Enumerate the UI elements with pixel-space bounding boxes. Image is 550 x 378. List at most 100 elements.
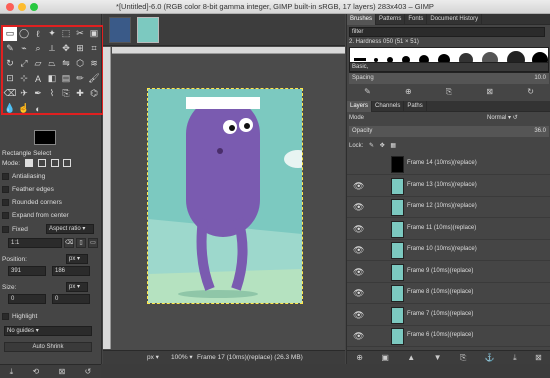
vertical-ruler[interactable]	[103, 47, 111, 349]
position-x-input[interactable]: 391	[8, 266, 46, 276]
feather-checkbox[interactable]	[2, 185, 9, 193]
tab-document-history[interactable]: Document History	[427, 14, 483, 25]
edit-brush-icon[interactable]: ✎	[364, 87, 371, 96]
shear-icon[interactable]: ▱	[31, 56, 45, 71]
delete-options-icon[interactable]: ⊠	[59, 367, 66, 376]
lock-pixels-icon[interactable]: ✎	[369, 143, 374, 149]
position-unit-dropdown[interactable]: px ▾	[66, 254, 88, 264]
gradient-icon[interactable]: ▤	[59, 71, 73, 86]
aspect-dropdown[interactable]: Aspect ratio ▾	[46, 224, 94, 234]
unified-transform-icon[interactable]: ⊡	[3, 71, 17, 86]
smudge-icon[interactable]: ☝	[17, 101, 31, 116]
expand-option[interactable]: Expand from center	[2, 210, 69, 221]
layer-row[interactable]: 👁 Frame 6 (10ms)(replace)	[347, 326, 550, 347]
foreground-color[interactable]	[34, 130, 56, 145]
layer-mode-dropdown[interactable]: Normal ▾ ↺	[487, 114, 518, 121]
visibility-eye-icon[interactable]: 👁	[353, 331, 364, 342]
image-canvas[interactable]	[147, 88, 303, 304]
zoom-icon[interactable]: ⌕	[31, 41, 45, 56]
zoom-window-button[interactable]	[30, 3, 38, 11]
highlight-option[interactable]: Highlight	[2, 311, 37, 322]
tab-paths[interactable]: Paths	[404, 101, 427, 112]
image-tab-thumbnail-1[interactable]	[109, 17, 131, 43]
size-w-input[interactable]: 0	[8, 294, 46, 304]
new-brush-icon[interactable]: ⊕	[405, 87, 412, 96]
mode-replace-icon[interactable]	[24, 159, 33, 168]
layer-row[interactable]: 👁 Frame 8 (10ms)(replace)	[347, 283, 550, 304]
feather-option[interactable]: Feather edges	[2, 184, 54, 195]
paths-icon[interactable]: ✎	[3, 41, 17, 56]
ink-icon[interactable]: ✒	[31, 86, 45, 101]
visibility-eye-icon[interactable]: 👁	[353, 267, 364, 278]
rect-select-icon[interactable]: ▭	[3, 26, 17, 41]
delete-brush-icon[interactable]: ⊠	[486, 87, 493, 96]
guides-dropdown[interactable]: No guides ▾	[4, 326, 92, 336]
tab-fonts[interactable]: Fonts	[405, 14, 428, 25]
visibility-eye-icon[interactable]: 👁	[353, 202, 364, 213]
visibility-eye-icon[interactable]: 👁	[353, 288, 364, 299]
cage-icon[interactable]: ⬡	[73, 56, 87, 71]
zoom-dropdown[interactable]: 100% ▾	[171, 351, 193, 364]
lower-layer-icon[interactable]: ▼	[434, 353, 442, 362]
layer-row[interactable]: 👁 Frame 12 (10ms)(replace)	[347, 197, 550, 218]
text-icon[interactable]: A	[31, 71, 45, 86]
lasso-icon[interactable]: ℓ	[31, 26, 45, 41]
tab-brushes[interactable]: Brushes	[347, 14, 377, 25]
mypaint-icon[interactable]: ⌇	[45, 86, 59, 101]
clear-ratio-icon[interactable]: ⌫	[64, 238, 74, 248]
lock-position-icon[interactable]: ✥	[380, 143, 385, 149]
layer-row[interactable]: Frame 14 (10ms)(replace)	[347, 154, 550, 175]
fixed-checkbox[interactable]	[2, 225, 9, 233]
rounded-checkbox[interactable]	[2, 198, 9, 206]
size-unit-dropdown[interactable]: px ▾	[66, 282, 88, 292]
fixed-option[interactable]: Fixed	[2, 224, 28, 235]
ratio-input[interactable]: 1:1	[8, 238, 62, 248]
layer-row[interactable]: 👁 Frame 9 (10ms)(replace)	[347, 262, 550, 283]
mode-add-icon[interactable]	[37, 159, 46, 168]
color-select-icon[interactable]: ⬚	[59, 26, 73, 41]
tab-channels[interactable]: Channels	[372, 101, 405, 112]
position-y-input[interactable]: 186	[52, 266, 90, 276]
scale-icon[interactable]: ⤢	[17, 56, 31, 71]
size-h-input[interactable]: 0	[52, 294, 90, 304]
reset-options-icon[interactable]: ↺	[85, 367, 92, 376]
preset-field[interactable]: Basic,	[349, 62, 549, 72]
raise-layer-icon[interactable]: ▲	[407, 353, 415, 362]
restore-options-icon[interactable]: ⟲	[33, 367, 40, 376]
spacing-slider[interactable]: Spacing 10.0	[349, 73, 549, 84]
rotate-icon[interactable]: ↻	[3, 56, 17, 71]
opacity-slider[interactable]: Opacity 36.0	[349, 126, 549, 137]
landscape-icon[interactable]: ▭	[88, 238, 98, 248]
airbrush-icon[interactable]: ✈	[17, 86, 31, 101]
perspective-clone-icon[interactable]: ⌬	[87, 86, 101, 101]
lock-alpha-icon[interactable]: ▦	[390, 143, 396, 149]
tab-patterns[interactable]: Patterns	[376, 14, 406, 25]
delete-layer-icon[interactable]: ⊠	[535, 353, 542, 362]
warp-icon[interactable]: ≋	[87, 56, 101, 71]
mode-subtract-icon[interactable]	[50, 159, 59, 168]
blur-icon[interactable]: 💧	[3, 101, 17, 116]
image-tab-thumbnail-2[interactable]	[137, 17, 159, 43]
duplicate-brush-icon[interactable]: ⎘	[446, 87, 452, 97]
close-window-button[interactable]	[6, 3, 14, 11]
align-icon[interactable]: ⊞	[73, 41, 87, 56]
layer-row[interactable]: 👁 Frame 11 (10ms)(replace)	[347, 219, 550, 240]
unit-dropdown[interactable]: px ▾	[147, 351, 159, 364]
antialiasing-option[interactable]: Antialiasing	[2, 171, 45, 182]
visibility-eye-icon[interactable]: 👁	[353, 181, 364, 192]
auto-shrink-button[interactable]: Auto Shrink	[4, 342, 92, 352]
minimize-window-button[interactable]	[18, 3, 26, 11]
new-layer-icon[interactable]: ⊕	[356, 353, 363, 362]
visibility-eye-icon[interactable]: 👁	[353, 224, 364, 235]
layer-row[interactable]: 👁 Frame 7 (10ms)(replace)	[347, 305, 550, 326]
layer-row[interactable]: 👁 Frame 13 (10ms)(replace)	[347, 176, 550, 197]
brush-filter-input[interactable]: filter	[349, 27, 545, 37]
visibility-eye-icon[interactable]: 👁	[353, 310, 364, 321]
dodge-burn-icon[interactable]: ◐	[31, 101, 45, 116]
duplicate-layer-icon[interactable]: ⎘	[460, 353, 466, 363]
tab-layers[interactable]: Layers	[347, 101, 373, 112]
visibility-eye-icon[interactable]: 👁	[353, 245, 364, 256]
paintbrush-icon[interactable]: 🖌	[87, 71, 101, 86]
antialiasing-checkbox[interactable]	[2, 172, 9, 180]
highlight-checkbox[interactable]	[2, 312, 9, 320]
